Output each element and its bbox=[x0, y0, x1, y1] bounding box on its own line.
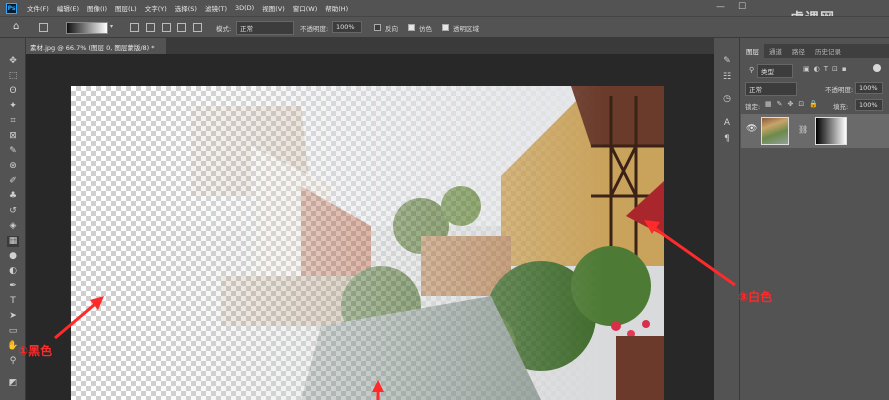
annotation-white: ③白色 bbox=[738, 290, 773, 304]
arrow-black bbox=[54, 298, 101, 340]
annotation-black: ①黑色 bbox=[18, 344, 53, 358]
arrow-white bbox=[649, 223, 736, 287]
annotation-arrows bbox=[54, 220, 736, 400]
